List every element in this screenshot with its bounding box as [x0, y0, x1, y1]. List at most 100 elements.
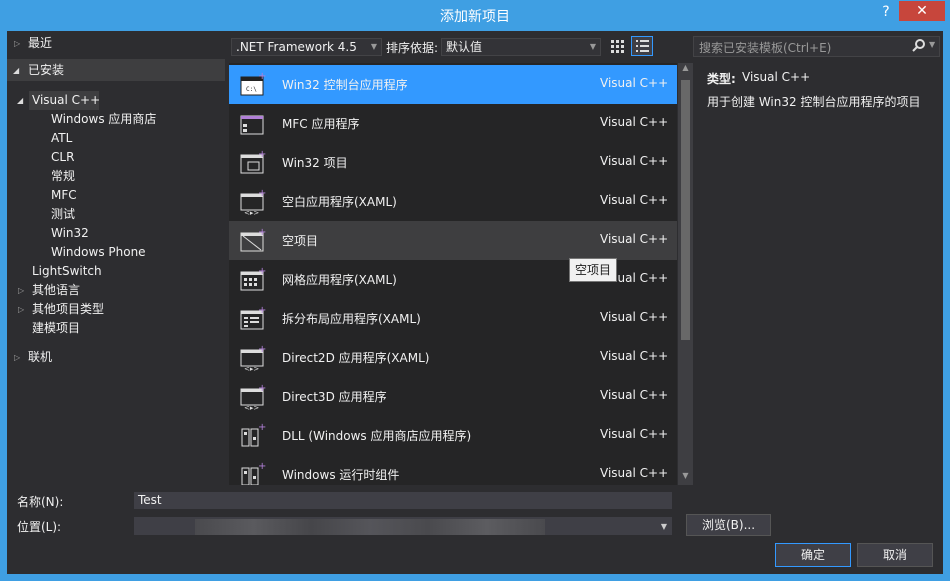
template-language: Visual C++: [600, 466, 669, 480]
template-name: 空项目: [282, 234, 319, 248]
svg-text:++: ++: [258, 266, 267, 277]
expand-arrow-icon[interactable]: ▷: [18, 281, 24, 300]
expand-arrow-icon[interactable]: ▷: [18, 300, 24, 319]
template-language: Visual C++: [600, 427, 669, 441]
template-language: Visual C++: [600, 232, 669, 246]
list-view-button[interactable]: [631, 36, 653, 56]
search-placeholder: 搜索已安装模板(Ctrl+E): [699, 41, 832, 55]
svg-text:<▸>: <▸>: [244, 209, 259, 215]
tree-item-child[interactable]: Win32: [51, 224, 89, 243]
template-row-hovered[interactable]: ++ 空项目 Visual C++: [229, 221, 677, 260]
template-language: Visual C++: [600, 76, 669, 90]
template-language: Visual C++: [600, 115, 669, 129]
magnifier-icon: [912, 39, 925, 52]
runtime-component-icon: ++: [241, 461, 267, 485]
tree-item-child[interactable]: 测试: [51, 205, 75, 224]
template-name: Win32 项目: [282, 156, 348, 170]
sort-value: 默认值: [446, 40, 483, 54]
tree-item-installed[interactable]: 已安装: [28, 61, 64, 80]
svg-text:<▸>: <▸>: [244, 365, 259, 371]
framework-dropdown[interactable]: .NET Framework 4.5 ▼: [231, 38, 382, 56]
tree-item-modeling-projects[interactable]: 建模项目: [32, 319, 80, 338]
template-row[interactable]: MFC 应用程序 Visual C++: [229, 104, 677, 143]
window-title: 添加新项目: [440, 9, 510, 25]
template-language: Visual C++: [600, 388, 669, 402]
location-label: 位置(L):: [17, 520, 62, 534]
collapse-arrow-icon[interactable]: ◢: [17, 91, 23, 110]
scrollbar-thumb[interactable]: [681, 80, 690, 340]
template-row[interactable]: <▸> ++ Direct3D 应用程序 Visual C++: [229, 377, 677, 416]
location-combo[interactable]: ▼: [134, 517, 672, 535]
svg-text:++: ++: [258, 383, 267, 394]
framework-value: .NET Framework 4.5: [236, 40, 357, 54]
template-name: Direct3D 应用程序: [282, 390, 387, 404]
sort-label: 排序依据:: [386, 41, 439, 55]
tree-item-visual-cpp[interactable]: Visual C++: [32, 91, 100, 110]
help-button[interactable]: ?: [876, 4, 896, 22]
search-icon[interactable]: [912, 38, 926, 56]
tree-item-other-project-types[interactable]: 其他项目类型: [32, 300, 104, 319]
template-row[interactable]: ++ DLL (Windows 应用商店应用程序) Visual C++: [229, 416, 677, 455]
collapse-arrow-icon[interactable]: ◢: [13, 61, 19, 80]
svg-text:C:\: C:\: [246, 86, 257, 93]
grid-view-button[interactable]: [606, 36, 628, 56]
tree-item-online[interactable]: 联机: [28, 348, 52, 367]
scroll-down-icon[interactable]: ▼: [678, 471, 693, 485]
chevron-down-icon[interactable]: ▼: [929, 40, 935, 49]
template-name: DLL (Windows 应用商店应用程序): [282, 429, 472, 443]
svg-text:++: ++: [258, 422, 267, 433]
cancel-button[interactable]: 取消: [857, 543, 933, 567]
tree-item-other-languages[interactable]: 其他语言: [32, 281, 80, 300]
direct2d-app-icon: <▸> ++: [240, 344, 267, 371]
win32-project-icon: ++: [240, 149, 267, 174]
tree-item-child[interactable]: 常规: [51, 167, 75, 186]
browse-button[interactable]: 浏览(B)...: [686, 514, 771, 536]
mfc-app-icon: [240, 115, 264, 135]
tree-item-recent[interactable]: 最近: [28, 34, 52, 53]
type-value: Visual C++: [742, 70, 811, 84]
redacted-path: [195, 519, 545, 535]
name-field[interactable]: Test: [134, 492, 672, 509]
tree-item-lightswitch[interactable]: LightSwitch: [32, 262, 102, 281]
template-name: 拆分布局应用程序(XAML): [282, 312, 421, 326]
template-name: Windows 运行时组件: [282, 468, 400, 482]
svg-text:++: ++: [258, 188, 267, 199]
template-row[interactable]: <▸> ++ Direct2D 应用程序(XAML) Visual C++: [229, 338, 677, 377]
template-name: 空白应用程序(XAML): [282, 195, 397, 209]
empty-project-icon: ++: [240, 227, 267, 252]
expand-arrow-icon[interactable]: ▷: [14, 34, 20, 53]
template-row[interactable]: ++ Win32 项目 Visual C++: [229, 143, 677, 182]
console-app-icon: C:\++: [240, 71, 267, 96]
template-name: Direct2D 应用程序(XAML): [282, 351, 430, 365]
tree-item-child[interactable]: Windows 应用商店: [51, 110, 156, 129]
chevron-down-icon: ▼: [589, 42, 596, 51]
svg-text:++: ++: [258, 149, 267, 160]
grid-view-icon: [611, 40, 624, 53]
template-name: Win32 控制台应用程序: [282, 78, 408, 92]
tree-item-child[interactable]: Windows Phone: [51, 243, 146, 262]
tree-item-child[interactable]: ATL: [51, 129, 72, 148]
template-row-selected[interactable]: C:\++ Win32 控制台应用程序 Visual C++: [229, 65, 677, 104]
dll-icon: ++: [241, 422, 267, 447]
template-name: MFC 应用程序: [282, 117, 360, 131]
scroll-up-icon[interactable]: ▲: [678, 63, 693, 77]
split-app-icon: ++: [240, 305, 267, 330]
svg-text:++: ++: [258, 305, 267, 316]
template-row[interactable]: <▸> ++ 空白应用程序(XAML) Visual C++: [229, 182, 677, 221]
ok-button[interactable]: 确定: [775, 543, 851, 567]
chevron-down-icon: ▼: [370, 42, 377, 51]
type-label: 类型:: [707, 72, 736, 86]
template-description: 用于创建 Win32 控制台应用程序的项目: [707, 95, 921, 109]
svg-text:<▸>: <▸>: [244, 404, 259, 410]
template-row[interactable]: ++ 拆分布局应用程序(XAML) Visual C++: [229, 299, 677, 338]
sort-dropdown[interactable]: 默认值 ▼: [441, 38, 601, 56]
detail-pane: [693, 62, 943, 487]
expand-arrow-icon[interactable]: ▷: [14, 348, 20, 367]
svg-text:++: ++: [258, 344, 267, 355]
tree-item-child[interactable]: CLR: [51, 148, 74, 167]
template-row[interactable]: ++ Windows 运行时组件 Visual C++: [229, 455, 677, 485]
template-language: Visual C++: [600, 310, 669, 324]
tree-item-child[interactable]: MFC: [51, 186, 77, 205]
tooltip: 空项目: [569, 258, 617, 282]
close-button[interactable]: ✕: [899, 1, 945, 21]
